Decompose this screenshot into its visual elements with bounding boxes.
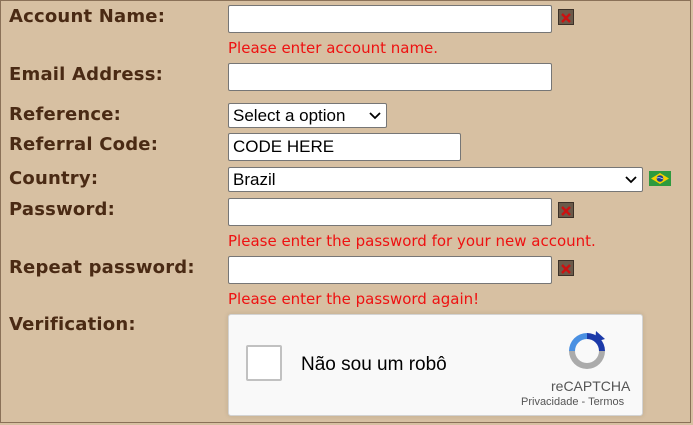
referral-code-input[interactable] [228, 133, 461, 161]
country-selected: Brazil [233, 169, 276, 189]
reference-select[interactable]: Select a option [228, 103, 387, 128]
brazil-flag-icon [649, 171, 671, 190]
email-input[interactable] [228, 63, 552, 91]
links-separator: - [578, 396, 589, 408]
error-icon [558, 9, 574, 25]
privacy-link[interactable]: Privacidade [521, 396, 578, 408]
repeat-password-input[interactable] [228, 256, 552, 284]
password-label: Password: [9, 199, 116, 220]
referral-code-label: Referral Code: [9, 134, 159, 155]
recaptcha-widget: Não sou um robô reCAPTCHA Privacidade - … [228, 314, 643, 416]
terms-link[interactable]: Termos [588, 396, 624, 408]
reference-selected: Select a option [233, 105, 346, 125]
account-name-input[interactable] [228, 5, 552, 33]
recaptcha-links: Privacidade - Termos [521, 396, 624, 408]
repeat-password-error: Please enter the password again! [228, 290, 480, 308]
password-input[interactable] [228, 198, 552, 226]
captcha-checkbox-label: Não sou um robô [301, 354, 447, 375]
chevron-down-icon [364, 111, 386, 120]
recaptcha-logo-icon [565, 329, 609, 377]
email-label: Email Address: [9, 64, 164, 85]
chevron-down-icon [620, 175, 642, 184]
error-icon [558, 260, 574, 276]
account-name-error: Please enter account name. [228, 39, 439, 57]
password-error: Please enter the password for your new a… [228, 232, 596, 250]
account-name-label: Account Name: [9, 6, 166, 27]
error-icon [558, 202, 574, 218]
reference-label: Reference: [9, 104, 122, 125]
repeat-password-label: Repeat password: [9, 257, 195, 278]
verification-label: Verification: [9, 314, 136, 335]
captcha-checkbox[interactable] [246, 345, 282, 381]
country-select[interactable]: Brazil [228, 167, 643, 192]
recaptcha-brand: reCAPTCHA [551, 378, 631, 394]
country-label: Country: [9, 168, 99, 189]
